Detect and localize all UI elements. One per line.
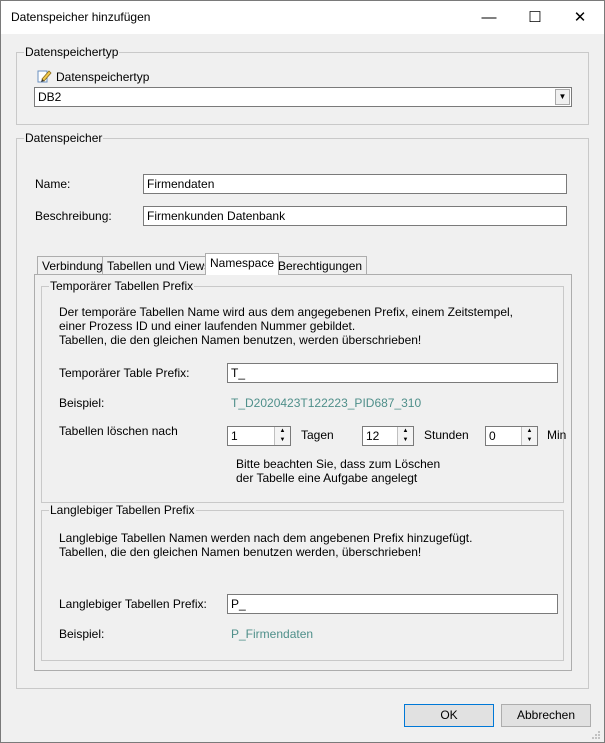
- persistent-info-line: Langlebige Tabellen Namen werden nach de…: [59, 531, 473, 545]
- delete-note: Bitte beachten Sie, dass zum Löschen der…: [236, 457, 440, 485]
- hours-stepper-buttons: ▲ ▼: [397, 427, 413, 445]
- name-label: Name:: [35, 177, 71, 191]
- temp-info-line: Tabellen, die den gleichen Namen benutze…: [59, 333, 422, 347]
- description-label: Beschreibung:: [35, 209, 112, 223]
- dialog-window: Datenspeicher hinzufügen — ☐ ✕ Datenspei…: [0, 0, 605, 743]
- decrement-icon[interactable]: ▼: [398, 436, 413, 445]
- temp-info-line: einer Prozess ID und einer laufenden Num…: [59, 319, 356, 333]
- store-type-legend: Datenspeichertyp: [25, 45, 119, 59]
- temp-prefix-legend: Temporärer Tabellen Prefix: [50, 279, 194, 293]
- tab-namespace[interactable]: Namespace: [205, 253, 280, 275]
- decrement-icon[interactable]: ▼: [275, 436, 290, 445]
- persistent-prefix-label: Langlebiger Tabellen Prefix:: [59, 597, 207, 611]
- days-value: 1: [231, 429, 238, 443]
- store-type-label: Datenspeichertyp: [56, 70, 150, 84]
- temp-example-label: Beispiel:: [59, 396, 105, 410]
- maximize-icon: ☐: [528, 9, 542, 26]
- resize-grip-icon[interactable]: [591, 729, 601, 739]
- ok-button[interactable]: OK: [404, 704, 494, 727]
- minimize-icon: —: [481, 9, 497, 26]
- hours-stepper[interactable]: 12 ▲ ▼: [362, 426, 414, 446]
- minutes-stepper-buttons: ▲ ▼: [521, 427, 537, 445]
- delete-note-line: der Tabelle eine Aufgabe angelegt: [236, 471, 418, 485]
- temp-prefix-field[interactable]: T_: [227, 363, 558, 383]
- description-field[interactable]: Firmenkunden Datenbank: [143, 206, 567, 226]
- temp-prefix-label: Temporärer Table Prefix:: [59, 366, 190, 380]
- title-bar: Datenspeicher hinzufügen — ☐ ✕: [1, 1, 604, 34]
- tab-verbindung[interactable]: Verbindung: [37, 256, 108, 275]
- days-stepper-buttons: ▲ ▼: [274, 427, 290, 445]
- persistent-prefix-field[interactable]: P_: [227, 594, 558, 614]
- persistent-prefix-info: Langlebige Tabellen Namen werden nach de…: [59, 531, 472, 559]
- hours-unit: Stunden: [424, 428, 469, 442]
- temp-example-value: T_D2020423T122223_PID687_310: [231, 396, 422, 410]
- window-title: Datenspeicher hinzufügen: [11, 10, 151, 24]
- maximize-button[interactable]: ☐: [512, 1, 558, 34]
- minutes-unit: Min: [547, 428, 567, 442]
- store-type-value: DB2: [38, 90, 62, 104]
- store-legend: Datenspeicher: [25, 131, 103, 145]
- store-type-group: Datenspeichertyp: [16, 45, 589, 125]
- persistent-info-line: Tabellen, die den gleichen Namen benutze…: [59, 545, 422, 559]
- temp-prefix-info: Der temporäre Tabellen Name wird aus dem…: [59, 305, 513, 347]
- persistent-example-label: Beispiel:: [59, 627, 105, 641]
- days-stepper[interactable]: 1 ▲ ▼: [227, 426, 291, 446]
- hours-value: 12: [366, 429, 380, 443]
- tab-tabellen-und-views[interactable]: Tabellen und Views: [102, 256, 216, 275]
- minutes-value: 0: [489, 429, 496, 443]
- chevron-down-icon[interactable]: ▼: [555, 89, 570, 105]
- persistent-prefix-legend: Langlebiger Tabellen Prefix: [50, 503, 195, 517]
- close-button[interactable]: ✕: [557, 1, 603, 34]
- delete-note-line: Bitte beachten Sie, dass zum Löschen: [236, 457, 441, 471]
- tab-berechtigungen[interactable]: Berechtigungen: [273, 256, 368, 275]
- minimize-button[interactable]: —: [466, 1, 512, 34]
- edit-pencil-icon: [36, 68, 52, 84]
- name-field[interactable]: Firmendaten: [143, 174, 567, 194]
- store-type-select[interactable]: DB2 ▼: [34, 87, 572, 107]
- decrement-icon[interactable]: ▼: [522, 436, 537, 445]
- persistent-example-value: P_Firmendaten: [231, 627, 314, 641]
- temp-info-line: Der temporäre Tabellen Name wird aus dem…: [59, 305, 514, 319]
- close-icon: ✕: [573, 9, 587, 26]
- minutes-stepper[interactable]: 0 ▲ ▼: [485, 426, 538, 446]
- days-unit: Tagen: [301, 428, 334, 442]
- delete-after-label: Tabellen löschen nach: [59, 424, 178, 438]
- cancel-button[interactable]: Abbrechen: [501, 704, 591, 727]
